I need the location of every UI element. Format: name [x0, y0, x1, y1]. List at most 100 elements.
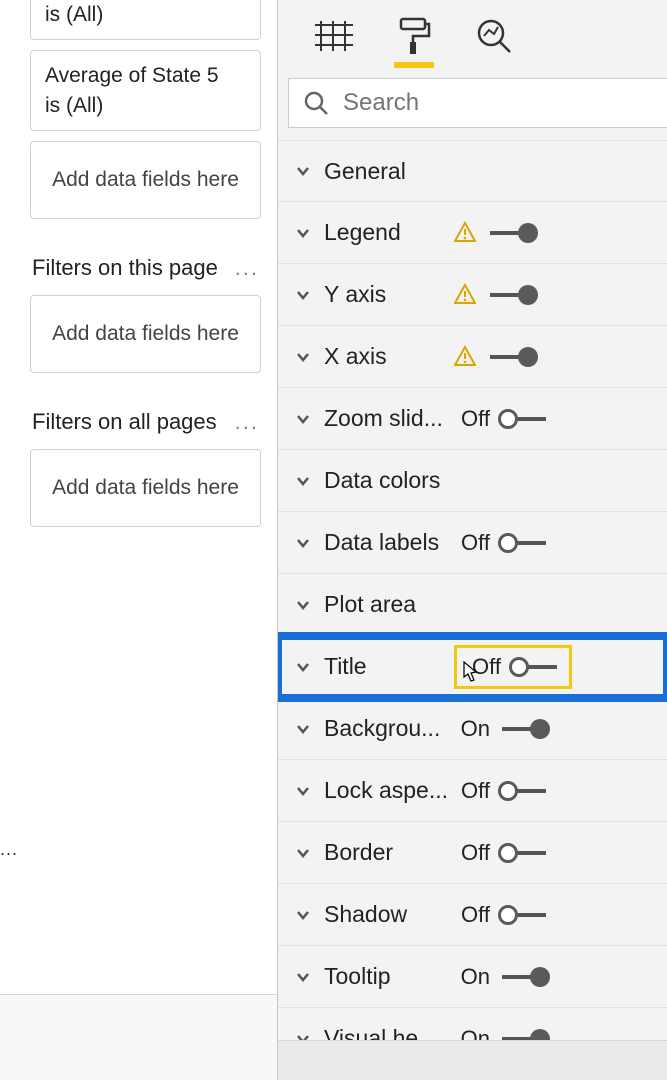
property-label: Data labels — [324, 529, 454, 556]
property-row-tooltip[interactable]: TooltipOn — [278, 946, 667, 1008]
toggle-state-label: Off — [454, 840, 490, 866]
property-row-title[interactable]: TitleOff — [278, 636, 667, 698]
property-label: Tooltip — [324, 963, 454, 990]
chevron-down-icon[interactable] — [292, 904, 314, 926]
property-label: Lock aspe... — [324, 777, 454, 804]
chevron-down-icon[interactable] — [292, 222, 314, 244]
filter-dropzone-visual[interactable]: Add data fields here — [30, 141, 261, 219]
toggle-switch[interactable] — [498, 842, 550, 864]
tab-fields[interactable] — [312, 14, 356, 58]
toggle-switch[interactable] — [486, 346, 538, 368]
toggle-switch[interactable] — [498, 780, 550, 802]
chevron-down-icon[interactable] — [292, 160, 314, 182]
filters-page-header: Filters on this page ... — [32, 255, 261, 281]
filter-dropzone-all[interactable]: Add data fields here — [30, 449, 261, 527]
filters-all-header: Filters on all pages ... — [32, 409, 261, 435]
chevron-down-icon[interactable] — [292, 594, 314, 616]
search-row[interactable] — [288, 78, 667, 128]
tab-analytics[interactable] — [472, 14, 516, 58]
filter-card-value: is (All) — [45, 91, 246, 120]
property-row-border[interactable]: BorderOff — [278, 822, 667, 884]
property-label: Border — [324, 839, 454, 866]
filter-card-title: Average of State 5 — [45, 61, 246, 90]
fields-icon — [315, 21, 353, 51]
property-label: General — [324, 158, 454, 185]
property-row-shadow[interactable]: ShadowOff — [278, 884, 667, 946]
left-footer-dots: ... — [0, 839, 18, 860]
bottom-bar — [0, 994, 277, 1080]
property-row-general[interactable]: General — [278, 140, 667, 202]
filter-card-value: is (All) — [45, 0, 246, 29]
toggle-state-label: Off — [454, 530, 490, 556]
property-label: Plot area — [324, 591, 454, 618]
chevron-down-icon[interactable] — [292, 966, 314, 988]
property-row-x-axis[interactable]: X axis — [278, 326, 667, 388]
dropzone-label: Add data fields here — [52, 168, 239, 192]
dropzone-label: Add data fields here — [52, 476, 239, 500]
more-icon[interactable]: ... — [235, 409, 261, 435]
toggle-switch[interactable] — [498, 904, 550, 926]
property-label: Data colors — [324, 467, 454, 494]
property-row-data-colors[interactable]: Data colors — [278, 450, 667, 512]
format-pane: GeneralLegendY axisX axisZoom slid...Off… — [278, 0, 667, 1080]
toggle-state-label: On — [454, 716, 490, 742]
toggle-state-label: On — [454, 964, 490, 990]
format-footer — [278, 1040, 667, 1080]
property-label: Visual he... — [324, 1025, 454, 1040]
property-label: Legend — [324, 219, 454, 246]
toggle-switch[interactable] — [509, 656, 561, 678]
pane-tabs — [278, 0, 667, 64]
property-label: Title — [324, 653, 454, 680]
toggle-switch[interactable] — [498, 532, 550, 554]
property-row-y-axis[interactable]: Y axis — [278, 264, 667, 326]
toggle-switch[interactable] — [498, 408, 550, 430]
section-title: Filters on this page — [32, 255, 218, 281]
toggle-switch[interactable] — [498, 966, 550, 988]
property-list: GeneralLegendY axisX axisZoom slid...Off… — [278, 134, 667, 1040]
toggle-state-label: On — [454, 1026, 490, 1041]
toggle-state-label: Off — [454, 406, 490, 432]
analytics-icon — [476, 18, 512, 54]
chevron-down-icon[interactable] — [292, 408, 314, 430]
section-title: Filters on all pages — [32, 409, 217, 435]
chevron-down-icon[interactable] — [292, 656, 314, 678]
property-label: Zoom slid... — [324, 405, 454, 432]
filter-card[interactable]: Average of State 5 is (All) — [30, 50, 261, 131]
property-row-legend[interactable]: Legend — [278, 202, 667, 264]
toggle-state-label: Off — [454, 902, 490, 928]
chevron-down-icon[interactable] — [292, 1028, 314, 1041]
toggle-switch[interactable] — [498, 718, 550, 740]
toggle-switch[interactable] — [498, 1028, 550, 1041]
property-label: Backgrou... — [324, 715, 454, 742]
property-row-visual-he[interactable]: Visual he...On — [278, 1008, 667, 1040]
filter-card[interactable]: is (All) — [30, 0, 261, 40]
search-icon — [303, 90, 329, 116]
chevron-down-icon[interactable] — [292, 284, 314, 306]
chevron-down-icon[interactable] — [292, 346, 314, 368]
toggle-state-label: Off — [454, 778, 490, 804]
toggle-switch[interactable] — [486, 222, 538, 244]
filters-pane: is (All) Average of State 5 is (All) Add… — [0, 0, 278, 1080]
property-row-plot-area[interactable]: Plot area — [278, 574, 667, 636]
property-row-backgrou[interactable]: Backgrou...On — [278, 698, 667, 760]
toggle-switch[interactable] — [486, 284, 538, 306]
chevron-down-icon[interactable] — [292, 718, 314, 740]
property-row-lock-aspe[interactable]: Lock aspe...Off — [278, 760, 667, 822]
title-toggle-highlight: Off — [454, 645, 572, 689]
property-label: Y axis — [324, 281, 454, 308]
warning-icon — [454, 221, 478, 245]
search-input[interactable] — [343, 89, 653, 117]
property-row-data-labels[interactable]: Data labelsOff — [278, 512, 667, 574]
dropzone-label: Add data fields here — [52, 322, 239, 346]
chevron-down-icon[interactable] — [292, 842, 314, 864]
chevron-down-icon[interactable] — [292, 532, 314, 554]
paint-roller-icon — [397, 17, 431, 55]
chevron-down-icon[interactable] — [292, 780, 314, 802]
warning-icon — [454, 345, 478, 369]
tab-format[interactable] — [392, 14, 436, 58]
property-row-zoom-slid[interactable]: Zoom slid...Off — [278, 388, 667, 450]
chevron-down-icon[interactable] — [292, 470, 314, 492]
filter-dropzone-page[interactable]: Add data fields here — [30, 295, 261, 373]
app-root: is (All) Average of State 5 is (All) Add… — [0, 0, 667, 1080]
more-icon[interactable]: ... — [235, 255, 261, 281]
